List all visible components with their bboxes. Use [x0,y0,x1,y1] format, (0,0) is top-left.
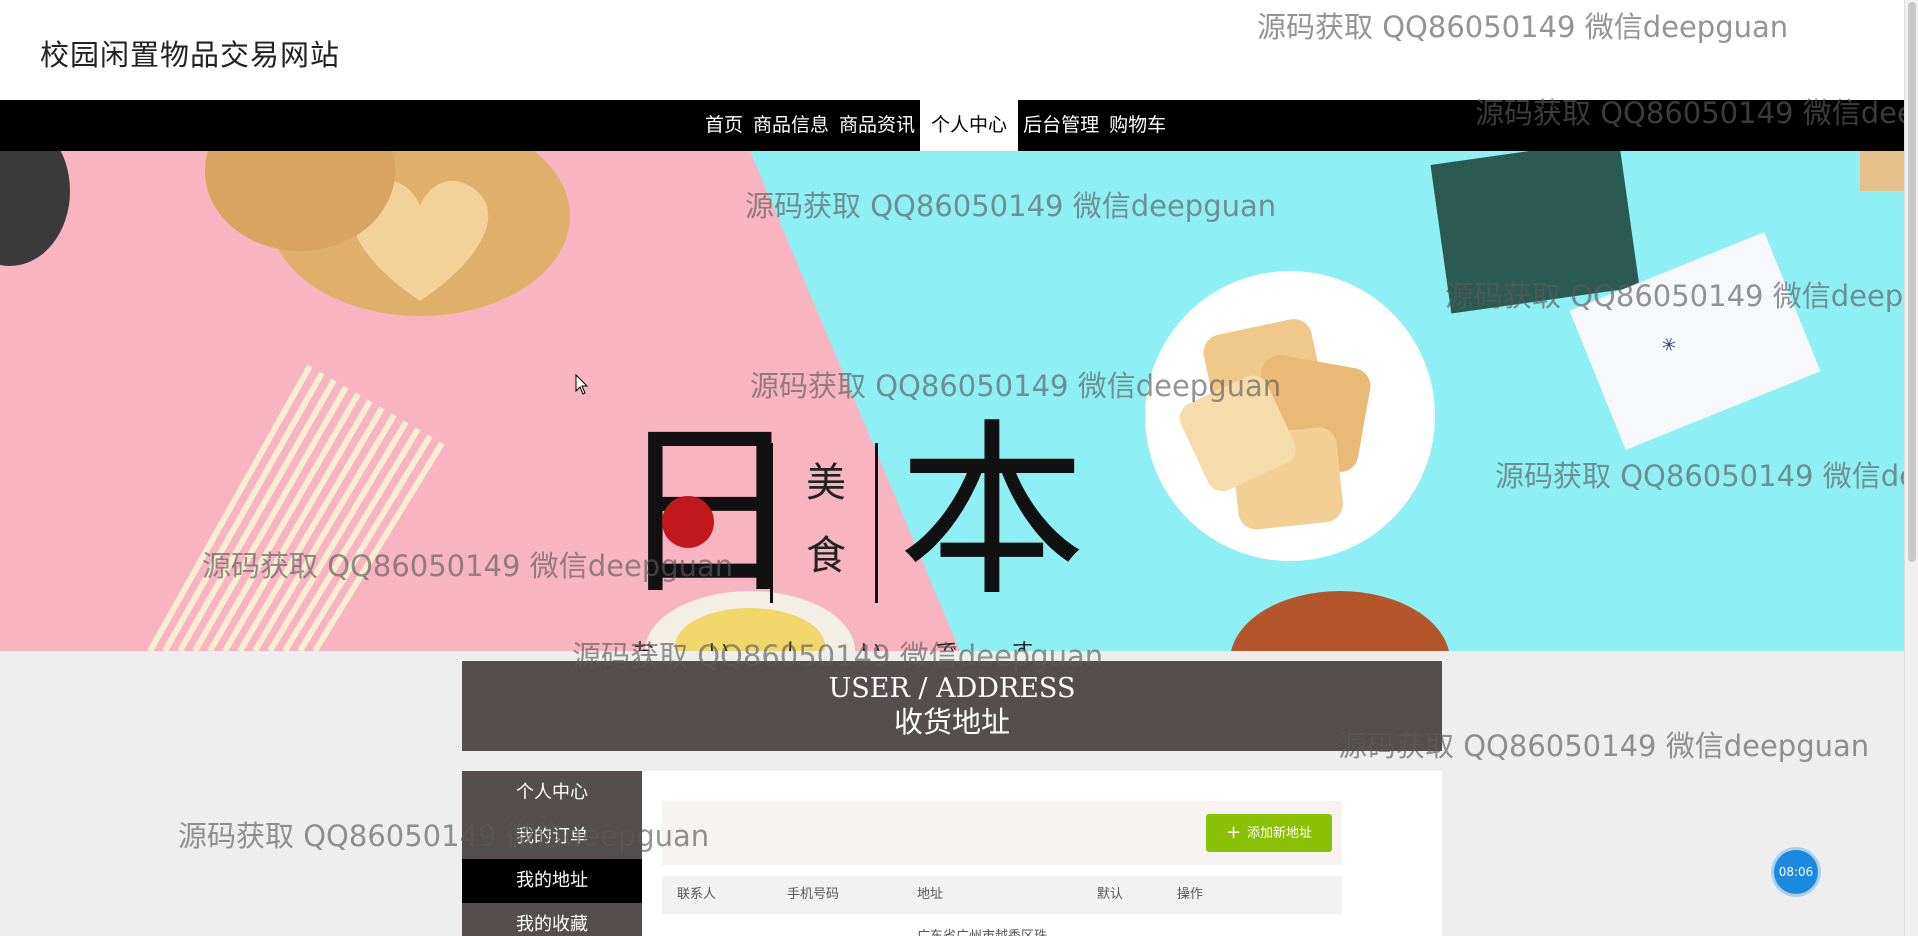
side-menu-item[interactable]: 个人中心 [462,771,642,815]
logo-char-mei: 美 [806,460,846,506]
scrollbar-thumb[interactable] [1908,2,1916,562]
side-menu-item[interactable]: 我的地址 [462,859,642,903]
column-header: 操作 [1177,887,1204,902]
user-side-menu: 个人中心 我的订单 我的地址 我的收藏 [462,771,642,936]
add-address-button[interactable]: + 添加新地址 [1206,814,1332,852]
page-scrollbar[interactable] [1904,0,1918,936]
section-title-cn: 收货地址 [893,705,1010,740]
address-toolbar: + 添加新地址 [662,801,1342,865]
logo-char-hon: 本 [898,403,1086,622]
side-menu-item[interactable]: 我的订单 [462,815,642,859]
site-header: 校园闲置物品交易网站 [0,0,1904,100]
site-title: 校园闲置物品交易网站 [40,38,341,72]
logo-divider [875,443,878,603]
nav-item[interactable]: 商品信息 [748,100,834,151]
column-header: 联系人 [677,887,717,902]
logo-red-dot [662,496,714,548]
address-cell: 广东省广州市越秀区珠 [917,925,1047,936]
side-menu-item[interactable]: 我的收藏 [462,903,642,936]
add-address-label: 添加新地址 [1247,826,1313,841]
hero-banner: ✳ 日 美 食 本 おいしいです [0,151,1904,651]
nav-item[interactable]: 购物车 [1104,100,1171,151]
logo-divider [770,443,773,603]
mouse-cursor-icon [575,374,589,395]
section-title-en: USER / ADDRESS [828,673,1076,704]
nav-item[interactable]: 个人中心 [920,100,1019,151]
column-header: 地址 [917,887,944,902]
column-header: 手机号码 [787,887,840,902]
plus-icon: + [1225,822,1242,843]
logo-kana: おいしいです [632,634,1087,651]
nav-item[interactable]: 后台管理 [1018,100,1104,151]
section-header: USER / ADDRESS 收货地址 [462,661,1442,751]
main-nav: 首页 商品信息 商品资讯 个人中心 后台管理 购物车 [0,100,1904,151]
address-panel: + 添加新地址 联系人 手机号码 地址 默认 操作 广东省广州市越秀区珠 [642,771,1442,936]
logo-char-shoku: 食 [806,533,846,579]
nav-list: 首页 商品信息 商品资讯 个人中心 后台管理 购物车 [700,100,1171,151]
clock-widget[interactable]: 08:06 [1774,850,1818,894]
nav-item[interactable]: 商品资讯 [834,100,920,151]
column-header: 默认 [1097,887,1124,902]
address-table-header: 联系人 手机号码 地址 默认 操作 [662,876,1342,914]
nav-item[interactable]: 首页 [700,100,748,151]
